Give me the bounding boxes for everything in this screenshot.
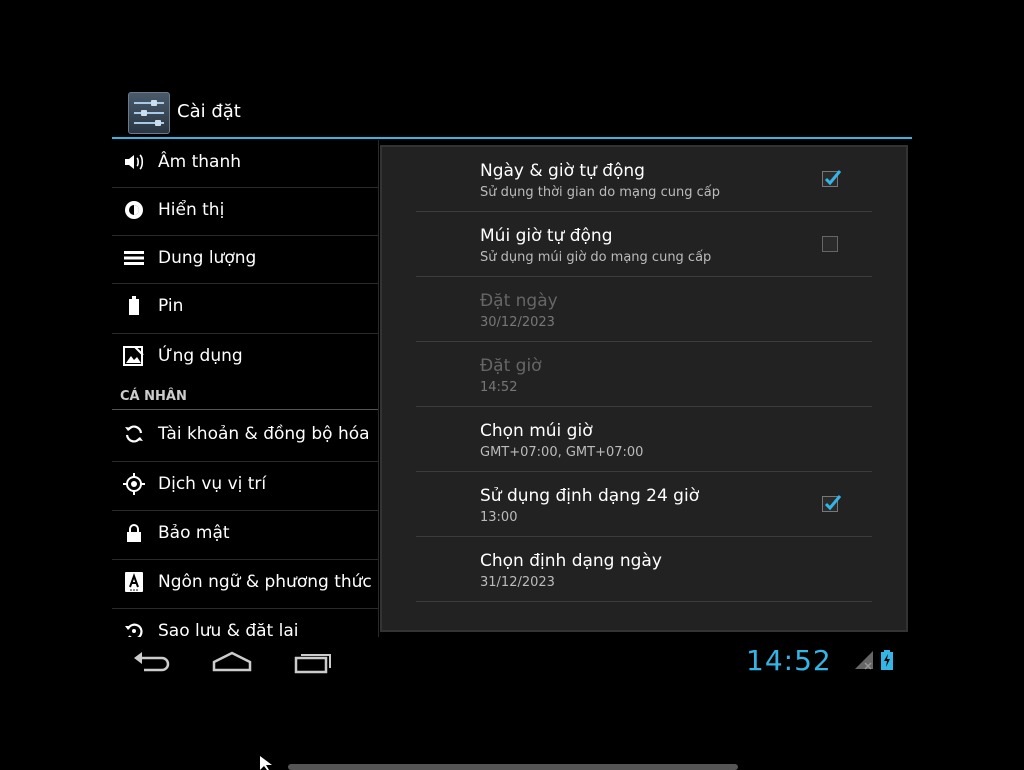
pref-auto-time-zone[interactable]: Múi giờ tự động Sử dụng múi giờ do mạng … [416,212,872,277]
menu-item-label: Âm thanh [158,152,241,172]
menu-item-storage[interactable]: Dung lượng [112,236,378,284]
menu-item-sound[interactable]: Âm thanh [112,140,378,188]
pref-summary: Sử dụng thời gian do mạng cung cấp [480,185,720,200]
menu-item-security[interactable]: Bảo mật [112,511,378,560]
pref-title: Sử dụng định dạng 24 giờ [480,486,700,506]
pref-title: Ngày & giờ tự động [480,161,645,181]
lock-icon [127,524,141,542]
menu-item-label: Pin [158,296,184,316]
language-icon [125,572,143,592]
pref-summary: 31/12/2023 [480,575,555,590]
bottom-bar [288,764,738,770]
pref-title: Múi giờ tự động [480,226,613,246]
pref-title: Chọn múi giờ [480,421,593,441]
menu-item-display[interactable]: Hiển thị [112,188,378,236]
pref-set-time: Đặt giờ 14:52 [416,342,872,407]
pref-summary: 30/12/2023 [480,315,555,330]
pref-select-time-zone[interactable]: Chọn múi giờ GMT+07:00, GMT+07:00 [416,407,872,472]
sync-icon [125,425,143,443]
menu-item-label: Hiển thị [158,200,225,220]
menu-item-label: Ngôn ngữ & phương thức [158,572,372,592]
section-header-label: CÁ NHÂN [120,389,187,404]
menu-item-label: Bảo mật [158,523,230,543]
auto-time-zone-checkbox[interactable] [822,236,838,252]
checkmark-icon [824,495,842,511]
battery-charging-icon [881,650,893,670]
menu-item-label: Dịch vụ vị trí [158,474,267,494]
back-icon[interactable] [130,648,174,676]
menu-item-label: Ứng dụng [158,346,243,366]
signal-icon [855,651,873,670]
24-hour-format-checkbox[interactable] [822,495,842,512]
menu-item-label: Sao lưu & đặt lại [158,621,299,637]
menu-item-accounts-sync[interactable]: Tài khoản & đồng bộ hóa [112,412,378,462]
menu-divider [378,140,379,637]
pref-summary: 14:52 [480,380,518,395]
menu-item-language[interactable]: Ngôn ngữ & phương thức [112,560,378,609]
auto-date-time-checkbox[interactable] [822,170,842,187]
pref-auto-date-time[interactable]: Ngày & giờ tự động Sử dụng thời gian do … [416,147,872,212]
pref-summary: GMT+07:00, GMT+07:00 [480,445,644,460]
menu-item-label: Tài khoản & đồng bộ hóa [158,424,370,444]
location-icon [123,473,145,495]
section-header-personal: CÁ NHÂN [112,384,378,410]
pref-summary: Sử dụng múi giờ do mạng cung cấp [480,250,712,265]
sound-icon [125,154,144,170]
storage-icon [124,251,144,265]
checkmark-icon [824,170,842,186]
menu-item-location[interactable]: Dịch vụ vị trí [112,462,378,511]
navigation-bar: 14:52 [112,640,912,684]
pref-summary: 13:00 [480,510,518,525]
status-clock[interactable]: 14:52 [746,644,832,677]
app-title: Cài đặt [177,101,241,122]
menu-item-backup-reset[interactable]: Sao lưu & đặt lại [112,609,378,637]
date-time-panel: Ngày & giờ tự động Sử dụng thời gian do … [380,145,908,632]
pref-set-date: Đặt ngày 30/12/2023 [416,277,872,342]
menu-item-battery[interactable]: Pin [112,284,378,334]
home-icon[interactable] [210,648,254,676]
backup-icon [125,623,143,637]
pref-date-format[interactable]: Chọn định dạng ngày 31/12/2023 [416,537,872,602]
recent-apps-icon[interactable] [290,648,334,676]
pref-title: Đặt giờ [480,356,542,376]
pref-title: Đặt ngày [480,291,558,311]
action-bar-divider [112,137,912,139]
settings-sliders-icon[interactable] [128,92,170,134]
action-bar: Cài đặt [112,86,912,138]
settings-menu[interactable]: Âm thanh Hiển thị Dung lượng Pin Ứng dụn… [112,140,378,637]
pref-title: Chọn định dạng ngày [480,551,662,571]
menu-item-apps[interactable]: Ứng dụng [112,334,378,384]
apps-icon [123,346,144,366]
display-icon [125,201,143,219]
menu-item-label: Dung lượng [158,248,257,268]
pref-24-hour-format[interactable]: Sử dụng định dạng 24 giờ 13:00 [416,472,872,537]
battery-icon [129,296,139,315]
